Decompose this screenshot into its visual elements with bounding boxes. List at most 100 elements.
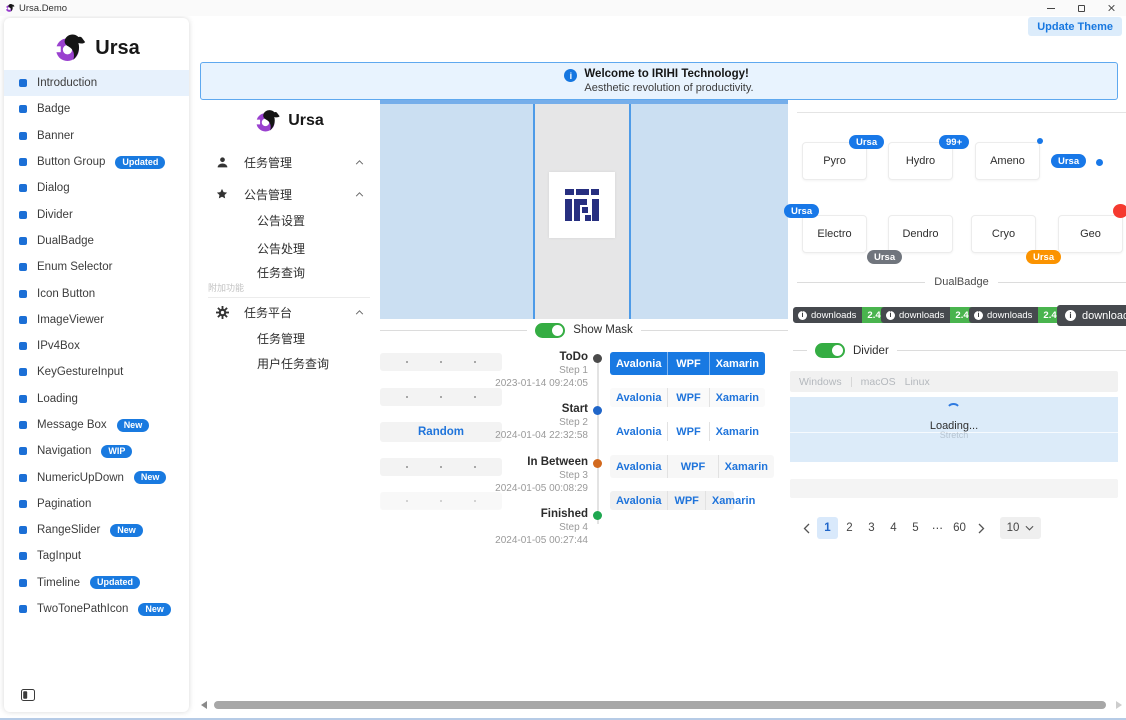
minimize-icon[interactable]: [1036, 0, 1066, 16]
timeline-time: 2023-01-14 09:24:05: [478, 378, 588, 389]
sidebar-item[interactable]: ImageViewer: [4, 307, 189, 333]
status-badge: Updated: [115, 156, 165, 169]
timeline-title: Start: [478, 403, 588, 415]
group-button[interactable]: Xamarin: [709, 388, 765, 407]
menu-subitem[interactable]: 任务查询: [257, 261, 305, 283]
group-button[interactable]: Xamarin: [709, 422, 765, 441]
sidebar-logo: Ursa: [4, 26, 189, 70]
sidebar-item[interactable]: Loading: [4, 386, 189, 412]
page-button[interactable]: 3: [861, 517, 882, 539]
sidebar-item[interactable]: RangeSlider New: [4, 517, 189, 543]
sidebar-item[interactable]: Pagination: [4, 491, 189, 517]
timeline-title: Finished: [478, 508, 588, 520]
sidebar-item[interactable]: Dialog: [4, 175, 189, 201]
nav-bullet-icon: [19, 605, 27, 613]
sidebar-item[interactable]: Banner: [4, 123, 189, 149]
sidebar-item[interactable]: TagInput: [4, 543, 189, 569]
group-button[interactable]: Avalonia: [610, 491, 667, 510]
sidebar-item[interactable]: Divider: [4, 201, 189, 227]
group-button[interactable]: WPF: [667, 491, 704, 510]
sidebar-item[interactable]: KeyGestureInput: [4, 359, 189, 385]
app-logo-icon: [5, 3, 15, 13]
sidebar-item[interactable]: IPv4Box: [4, 333, 189, 359]
tab-windows[interactable]: Windows: [799, 376, 842, 388]
demo-navigation-menu: Ursa 任务管理 公告管理 公告设置 公告处理 任务查询 附加功能 任务平台 …: [200, 101, 378, 381]
scroll-left-icon[interactable]: [201, 701, 207, 709]
group-button[interactable]: WPF: [667, 455, 717, 478]
dual-badge: idownloads 2.4k: [793, 307, 891, 323]
tab-macos[interactable]: macOS: [861, 376, 896, 388]
menu-group-announcement[interactable]: 公告管理: [200, 181, 378, 207]
page-button[interactable]: 1: [817, 517, 838, 539]
show-mask-toggle[interactable]: [535, 323, 565, 338]
sidebar-item[interactable]: NumericUpDown New: [4, 464, 189, 490]
nav-bullet-icon: [19, 211, 27, 219]
page-button[interactable]: 2: [839, 517, 860, 539]
nav-bullet-icon: [19, 395, 27, 403]
menu-subitem[interactable]: 任务管理: [257, 327, 305, 349]
status-badge: Updated: [90, 576, 140, 589]
sidebar-item-label: IPv4Box: [37, 340, 80, 352]
menu-group-task-mgmt[interactable]: 任务管理: [200, 149, 378, 175]
button-group-large: AvaloniaWPFXamarin: [610, 455, 774, 478]
nav-bullet-icon: [19, 237, 27, 245]
group-button[interactable]: WPF: [667, 388, 708, 407]
chevron-down-icon: [1025, 525, 1034, 531]
menu-subitem[interactable]: 公告设置: [257, 209, 305, 231]
sidebar-logo-text: Ursa: [95, 37, 139, 60]
page-button[interactable]: 4: [883, 517, 904, 539]
group-button[interactable]: Avalonia: [610, 388, 667, 407]
sidebar-item[interactable]: Button Group Updated: [4, 149, 189, 175]
menu-subitem[interactable]: 用户任务查询: [257, 352, 329, 374]
group-button[interactable]: Avalonia: [610, 352, 667, 375]
group-button[interactable]: WPF: [667, 422, 708, 441]
group-button[interactable]: Xamarin: [709, 352, 765, 375]
timeline-title: ToDo: [478, 351, 588, 363]
nav-bullet-icon: [19, 500, 27, 508]
group-button[interactable]: Avalonia: [610, 422, 667, 441]
group-button[interactable]: Xamarin: [718, 455, 774, 478]
dualbadge-divider-label: DualBadge: [934, 276, 988, 288]
sidebar-item-label: Timeline: [37, 577, 80, 589]
timeline-dot-3: [593, 511, 602, 520]
menu-logo: Ursa: [200, 108, 378, 134]
sidebar-item[interactable]: Enum Selector: [4, 254, 189, 280]
group-button[interactable]: Avalonia: [610, 455, 667, 478]
horizontal-scrollbar-thumb[interactable]: [214, 701, 1106, 709]
nav-bullet-icon: [19, 579, 27, 587]
prev-page-icon[interactable]: [796, 517, 816, 539]
page-button[interactable]: ⋯: [927, 517, 948, 539]
page-size-select[interactable]: 10: [1000, 517, 1041, 539]
image-viewer[interactable]: [380, 100, 788, 319]
sidebar-item-label: DualBadge: [37, 235, 94, 247]
sidebar-item-label: Icon Button: [37, 288, 95, 300]
maximize-icon[interactable]: [1066, 0, 1096, 16]
page-button[interactable]: 60: [949, 517, 970, 539]
next-page-icon[interactable]: [971, 517, 991, 539]
sidebar-item-label: Loading: [37, 393, 78, 405]
sidebar-item[interactable]: Badge: [4, 96, 189, 122]
group-button[interactable]: WPF: [667, 352, 708, 375]
tab-linux[interactable]: Linux: [905, 376, 930, 388]
nav-bullet-icon: [19, 105, 27, 113]
banner-title: Welcome to IRIHI Technology!: [584, 68, 753, 80]
sidebar-item[interactable]: DualBadge: [4, 228, 189, 254]
sidebar-item[interactable]: Navigation WIP: [4, 438, 189, 464]
page-button[interactable]: 5: [905, 517, 926, 539]
scroll-right-icon[interactable]: [1116, 701, 1122, 709]
update-theme-button[interactable]: Update Theme: [1028, 17, 1122, 36]
menu-group-task-platform[interactable]: 任务平台: [200, 299, 378, 325]
dual-badge-label: downloads: [1082, 310, 1126, 322]
sidebar-item[interactable]: Timeline Updated: [4, 570, 189, 596]
sidebar-item[interactable]: Icon Button: [4, 280, 189, 306]
sidebar-collapse-icon[interactable]: [21, 689, 35, 701]
sidebar-item[interactable]: TwoTonePathIcon New: [4, 596, 189, 622]
sidebar-item[interactable]: Message Box New: [4, 412, 189, 438]
button-group-light: AvaloniaWPFXamarin: [610, 388, 765, 407]
nav-bullet-icon: [19, 316, 27, 324]
close-icon[interactable]: [1096, 0, 1126, 16]
group-button[interactable]: Xamarin: [705, 491, 761, 510]
divider-toggle[interactable]: [815, 343, 845, 358]
menu-subitem[interactable]: 公告处理: [257, 237, 305, 259]
sidebar-item[interactable]: Introduction: [4, 70, 189, 96]
